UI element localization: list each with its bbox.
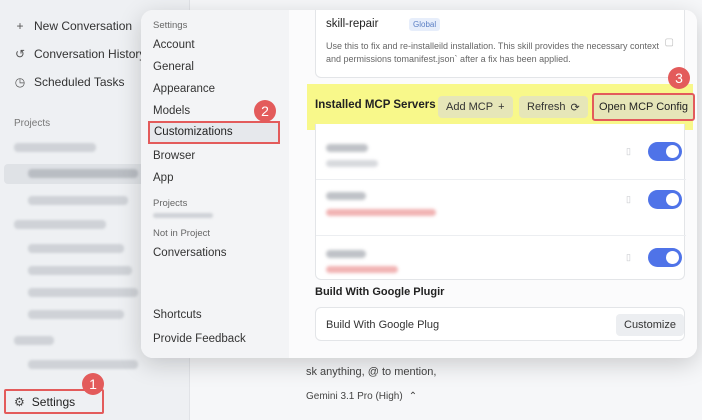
gear-icon: ⚙ xyxy=(14,394,25,409)
blurred-conversation-item[interactable] xyxy=(28,310,124,319)
server-enabled-toggle[interactable] xyxy=(648,190,682,209)
step-callout-3: 3 xyxy=(668,67,690,89)
trash-icon[interactable]: ▯ xyxy=(626,194,631,205)
customize-button[interactable]: Customize xyxy=(616,314,684,336)
step-callout-1: 1 xyxy=(82,373,104,395)
new-conversation-button[interactable]: + New Conversation xyxy=(14,19,132,33)
installed-mcp-servers-title: Installed MCP Servers xyxy=(315,99,436,111)
add-mcp-button[interactable]: Add MCP + xyxy=(438,96,513,118)
chevron-up-icon: ⌃ xyxy=(408,391,418,402)
scheduled-tasks-label: Scheduled Tasks xyxy=(34,75,125,89)
not-in-project-heading: Not in Project xyxy=(153,228,211,239)
refresh-label: Refresh xyxy=(527,101,566,113)
settings-nav: Settings Account General Appearance Mode… xyxy=(141,10,289,358)
new-conversation-label: New Conversation xyxy=(34,19,133,33)
trash-icon[interactable]: ▯ xyxy=(626,252,631,263)
blurred-conversation-item[interactable] xyxy=(28,244,124,253)
refresh-button[interactable]: Refresh ⟳ xyxy=(519,96,588,118)
settings-heading: Settings xyxy=(153,20,188,31)
settings-nav-conversations[interactable]: Conversations xyxy=(153,247,227,259)
trash-icon[interactable]: ▯ xyxy=(626,146,631,157)
history-icon: ↺ xyxy=(14,47,26,61)
open-mcp-config-button[interactable]: Open MCP Config xyxy=(592,93,695,121)
settings-nav-customizations[interactable]: Customizations xyxy=(148,121,280,144)
conversation-history-label: Conversation History xyxy=(34,47,146,61)
projects-heading: Projects xyxy=(153,198,188,209)
server-enabled-toggle[interactable] xyxy=(648,248,682,267)
model-selector[interactable]: Gemini 3.1 Pro (High) ⌃ xyxy=(306,391,417,402)
settings-nav-shortcuts[interactable]: Shortcuts xyxy=(153,309,202,321)
chat-prompt-input[interactable]: sk anything, @ to mention, xyxy=(306,366,436,378)
plus-icon: + xyxy=(498,101,505,113)
mcp-server-row: ▯ xyxy=(316,236,686,280)
server-name-blurred xyxy=(326,192,366,200)
conversation-history-button[interactable]: ↺ Conversation History xyxy=(14,47,145,61)
blurred-project-entry[interactable] xyxy=(153,213,213,218)
settings-nav-browser[interactable]: Browser xyxy=(153,150,195,162)
clock-icon: ◷ xyxy=(14,75,26,89)
copy-icon[interactable]: ▢ xyxy=(665,37,674,48)
blurred-conversation-item[interactable] xyxy=(28,196,128,205)
settings-modal: Settings Account General Appearance Mode… xyxy=(141,10,697,358)
blurred-conversation-item[interactable] xyxy=(28,169,138,178)
settings-nav-account[interactable]: Account xyxy=(153,39,195,51)
blurred-conversation-item[interactable] xyxy=(28,288,138,297)
skill-card: skill-repair Global Use this to fix and … xyxy=(315,10,685,78)
server-name-blurred xyxy=(326,250,366,258)
mcp-server-row: ▯ xyxy=(316,130,686,180)
settings-nav-provide-feedback[interactable]: Provide Feedback xyxy=(153,333,246,345)
step-callout-2: 2 xyxy=(254,100,276,122)
server-error-blurred xyxy=(326,209,436,216)
settings-nav-models[interactable]: Models xyxy=(153,105,190,117)
customizations-panel: skill-repair Global Use this to fix and … xyxy=(289,10,697,358)
global-badge: Global xyxy=(409,18,441,31)
server-name-blurred xyxy=(326,144,368,152)
add-mcp-label: Add MCP xyxy=(446,101,494,113)
build-with-google-card: Build With Google Plug Customize xyxy=(315,307,685,341)
model-name: Gemini 3.1 Pro (High) xyxy=(306,391,403,402)
refresh-icon: ⟳ xyxy=(570,101,580,114)
blurred-conversation-item[interactable] xyxy=(28,360,138,369)
settings-nav-appearance[interactable]: Appearance xyxy=(153,83,215,95)
server-status-blurred xyxy=(326,160,378,167)
scheduled-tasks-button[interactable]: ◷ Scheduled Tasks xyxy=(14,75,125,89)
blurred-project-item[interactable] xyxy=(14,143,96,152)
server-error-blurred xyxy=(326,266,398,273)
blurred-project-item[interactable] xyxy=(14,220,106,229)
blurred-project-item[interactable] xyxy=(14,336,54,345)
build-with-google-label: Build With Google Plug xyxy=(326,319,440,331)
settings-label: Settings xyxy=(31,394,76,409)
mcp-server-list: ▯ ▯ ▯ xyxy=(315,124,686,280)
skill-description: Use this to fix and re-installeild insta… xyxy=(326,41,659,64)
settings-nav-app[interactable]: App xyxy=(153,172,173,184)
build-with-google-title: Build With Google Plugir xyxy=(315,286,445,298)
mcp-server-row: ▯ xyxy=(316,180,686,236)
plus-icon: + xyxy=(16,19,24,33)
skill-name: skill-repair xyxy=(326,18,379,30)
server-enabled-toggle[interactable] xyxy=(648,142,682,161)
blurred-conversation-item[interactable] xyxy=(28,266,132,275)
projects-section-label: Projects xyxy=(14,118,51,129)
settings-nav-general[interactable]: General xyxy=(153,61,194,73)
